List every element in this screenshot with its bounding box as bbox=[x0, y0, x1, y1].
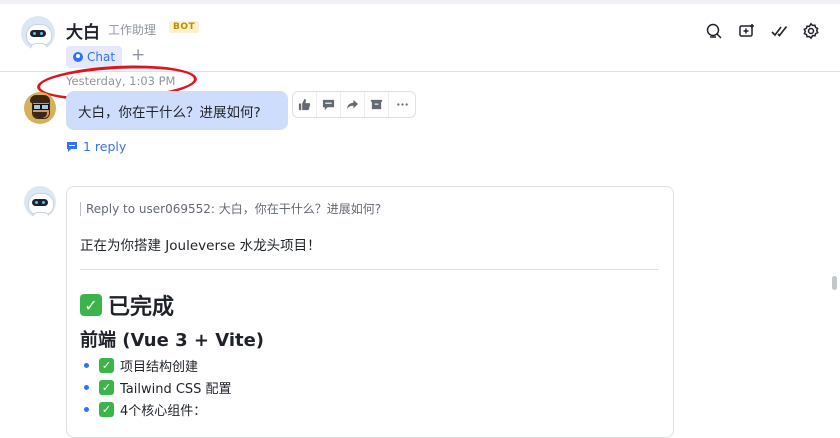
search-icon[interactable] bbox=[703, 20, 725, 42]
subsection-title: 前端 (Vue 3 + Vite) bbox=[80, 330, 265, 351]
forward-icon[interactable] bbox=[341, 92, 365, 117]
list-item: ✓ 项目结构创建 bbox=[84, 354, 232, 376]
tab-chat-label: Chat bbox=[87, 50, 116, 64]
list-item: ✓ Tailwind CSS 配置 bbox=[84, 376, 232, 398]
bot-avatar[interactable] bbox=[21, 16, 55, 50]
reply-thread-link[interactable]: 1 reply bbox=[66, 139, 126, 154]
reply-intro: 正在为你搭建 Jouleverse 水龙头项目！ bbox=[80, 238, 321, 254]
message-text: 大白，你在干什么？进展如何? bbox=[78, 104, 261, 121]
bot-avatar-message[interactable] bbox=[24, 186, 56, 218]
section-heading: ✓ 已完成 bbox=[80, 289, 174, 321]
check-mark-icon: ✓ bbox=[99, 379, 114, 395]
section-title: 已完成 bbox=[108, 295, 175, 320]
tab-chat[interactable]: Chat bbox=[66, 46, 123, 68]
message-actions bbox=[292, 91, 416, 118]
bot-badge: BOT bbox=[169, 21, 200, 33]
reply-count: 1 reply bbox=[83, 139, 127, 154]
check-mark-icon: ✓ bbox=[99, 401, 114, 417]
checkmark-icon[interactable] bbox=[768, 20, 790, 42]
check-mark-icon: ✓ bbox=[80, 294, 102, 316]
chat-tab-icon bbox=[73, 52, 83, 62]
settings-icon[interactable] bbox=[800, 20, 822, 42]
more-icon[interactable] bbox=[389, 92, 415, 117]
list-item: ✓ 4个核心组件： bbox=[84, 398, 232, 420]
divider bbox=[80, 269, 659, 270]
chat-header: 大白 工作助理 BOT Chat + bbox=[0, 4, 840, 72]
comment-icon[interactable] bbox=[317, 92, 341, 117]
check-mark-icon: ✓ bbox=[99, 357, 114, 373]
chat-title: 大白 bbox=[66, 23, 100, 43]
bot-reply-card: Reply to user069552: 大白，你在干什么？进展如何? 正在为你… bbox=[66, 186, 674, 438]
add-to-chat-icon[interactable] bbox=[736, 20, 758, 42]
reply-quote: Reply to user069552: 大白，你在干什么？进展如何? bbox=[80, 202, 381, 216]
chat-subtitle: 工作助理 bbox=[108, 23, 157, 37]
add-tab-button[interactable]: + bbox=[131, 45, 145, 65]
reply-icon bbox=[67, 141, 77, 152]
thumbs-up-icon[interactable] bbox=[293, 92, 317, 117]
scrollbar-thumb[interactable] bbox=[832, 276, 837, 290]
message-bubble[interactable]: 大白，你在干什么？进展如何? bbox=[66, 91, 288, 130]
completed-list: ✓ 项目结构创建 ✓ Tailwind CSS 配置 ✓ 4个核心组件： bbox=[84, 354, 232, 420]
user-avatar[interactable] bbox=[24, 92, 56, 124]
save-icon[interactable] bbox=[365, 92, 389, 117]
